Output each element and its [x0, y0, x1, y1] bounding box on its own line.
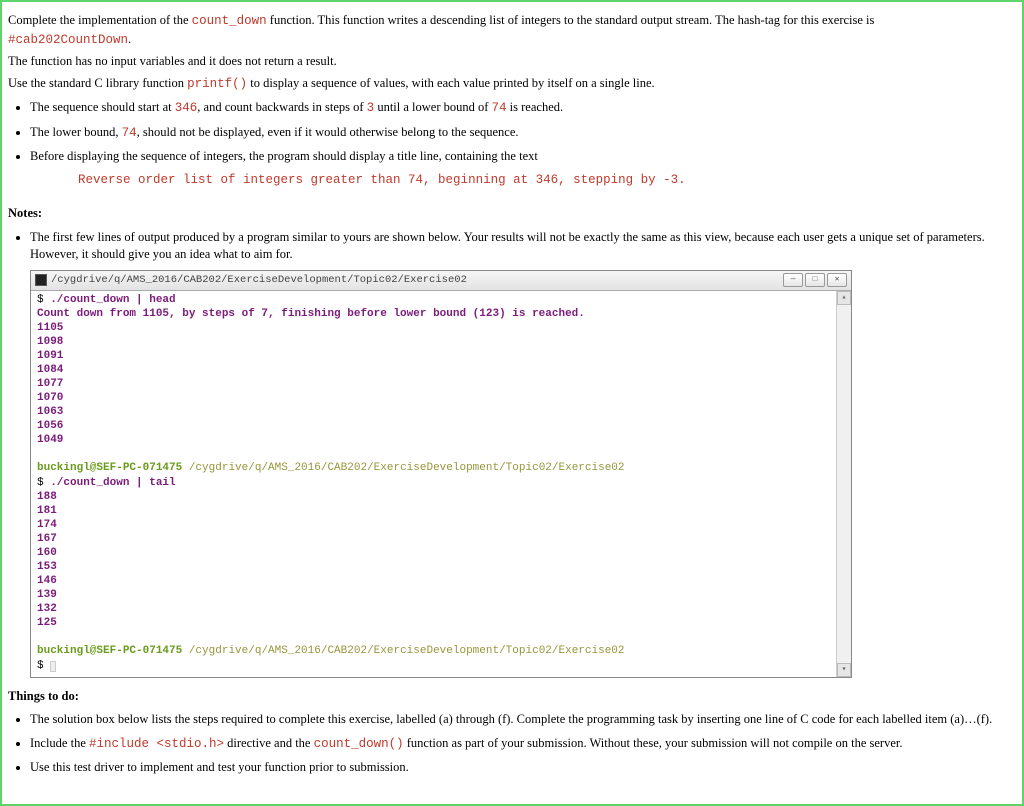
text: , should not be displayed, even if it wo…: [137, 125, 519, 139]
text: The sequence should start at: [30, 100, 175, 114]
term-line: 1049: [37, 434, 63, 446]
text: until a lower bound of: [374, 100, 491, 114]
list-item: The solution box below lists the steps r…: [30, 711, 1016, 729]
text: .: [128, 32, 131, 46]
term-line: 125: [37, 617, 57, 629]
code-countdown-fn: count_down(): [314, 737, 404, 751]
hashtag: #cab202CountDown: [8, 33, 128, 47]
prompt: $: [37, 660, 50, 672]
text: Use the standard C library function: [8, 76, 187, 90]
things-list: The solution box below lists the steps r…: [30, 711, 1016, 777]
term-line: 181: [37, 505, 57, 517]
notes-heading: Notes:: [8, 205, 1016, 223]
term-line: Count down from 1105, by steps of 7, fin…: [37, 308, 585, 320]
code-count-down: count_down: [192, 14, 267, 28]
code-printf: printf(): [187, 77, 247, 91]
text: Complete the implementation of the: [8, 13, 192, 27]
term-line: 1063: [37, 406, 63, 418]
term-line: 139: [37, 589, 57, 601]
notes-list: The first few lines of output produced b…: [30, 229, 1016, 264]
term-line: 153: [37, 561, 57, 573]
close-button[interactable]: ✕: [827, 273, 847, 287]
intro-p3: Use the standard C library function prin…: [8, 75, 1016, 94]
list-item: Use this test driver to implement and te…: [30, 759, 1016, 777]
term-line: 146: [37, 575, 57, 587]
term-line: 1077: [37, 378, 63, 390]
list-item: The first few lines of output produced b…: [30, 229, 1016, 264]
sequence-list: The sequence should start at 346, and co…: [30, 99, 1016, 195]
text: , and count backwards in steps of: [197, 100, 366, 114]
list-item: The lower bound, 74, should not be displ…: [30, 124, 1016, 143]
text: function. This function writes a descend…: [267, 13, 875, 27]
term-line: 1098: [37, 336, 63, 348]
intro-p2: The function has no input variables and …: [8, 53, 1016, 71]
prompt: $: [37, 477, 50, 489]
text: The lower bound,: [30, 125, 122, 139]
cmd: ./count_down | head: [50, 294, 175, 306]
terminal-body: $ ./count_down | head Count down from 11…: [31, 291, 851, 677]
list-item: The sequence should start at 346, and co…: [30, 99, 1016, 118]
terminal-titlebar: /cygdrive/q/AMS_2016/CAB202/ExerciseDeve…: [31, 271, 851, 291]
terminal-title: /cygdrive/q/AMS_2016/CAB202/ExerciseDeve…: [51, 274, 783, 286]
term-userhost: buckingl@SEF-PC-071475: [37, 462, 182, 474]
maximize-button[interactable]: □: [805, 273, 825, 287]
terminal-window: /cygdrive/q/AMS_2016/CAB202/ExerciseDeve…: [30, 270, 852, 678]
list-item: Include the #include <stdio.h> directive…: [30, 735, 1016, 754]
term-line: 1084: [37, 364, 63, 376]
text: Include the: [30, 736, 89, 750]
term-path: /cygdrive/q/AMS_2016/CAB202/ExerciseDeve…: [182, 645, 624, 657]
text: is reached.: [507, 100, 564, 114]
term-userhost: buckingl@SEF-PC-071475: [37, 645, 182, 657]
window-buttons: — □ ✕: [783, 273, 847, 287]
text: function as part of your submission. Wit…: [404, 736, 903, 750]
term-line: 1056: [37, 420, 63, 432]
term-line: 160: [37, 547, 57, 559]
text: directive and the: [224, 736, 314, 750]
term-line: 1070: [37, 392, 63, 404]
cursor-icon: [50, 661, 56, 672]
val: 346: [175, 101, 198, 115]
term-line: 167: [37, 533, 57, 545]
term-line: 132: [37, 603, 57, 615]
terminal-icon: [35, 274, 47, 286]
text: Before displaying the sequence of intege…: [30, 149, 538, 163]
intro-p1: Complete the implementation of the count…: [8, 12, 1016, 49]
minimize-button[interactable]: —: [783, 273, 803, 287]
term-line: 174: [37, 519, 57, 531]
val: 74: [492, 101, 507, 115]
page: Complete the implementation of the count…: [0, 0, 1024, 806]
term-line: 1091: [37, 350, 63, 362]
title-line: Reverse order list of integers greater t…: [78, 166, 1016, 196]
cmd: ./count_down | tail: [50, 477, 175, 489]
things-heading: Things to do:: [8, 688, 1016, 706]
term-line: 188: [37, 491, 57, 503]
val: 74: [122, 126, 137, 140]
code-include: #include <stdio.h>: [89, 737, 224, 751]
term-path: /cygdrive/q/AMS_2016/CAB202/ExerciseDeve…: [182, 462, 624, 474]
term-line: 1105: [37, 322, 63, 334]
list-item: Before displaying the sequence of intege…: [30, 148, 1016, 195]
prompt: $: [37, 294, 50, 306]
text: to display a sequence of values, with ea…: [247, 76, 655, 90]
